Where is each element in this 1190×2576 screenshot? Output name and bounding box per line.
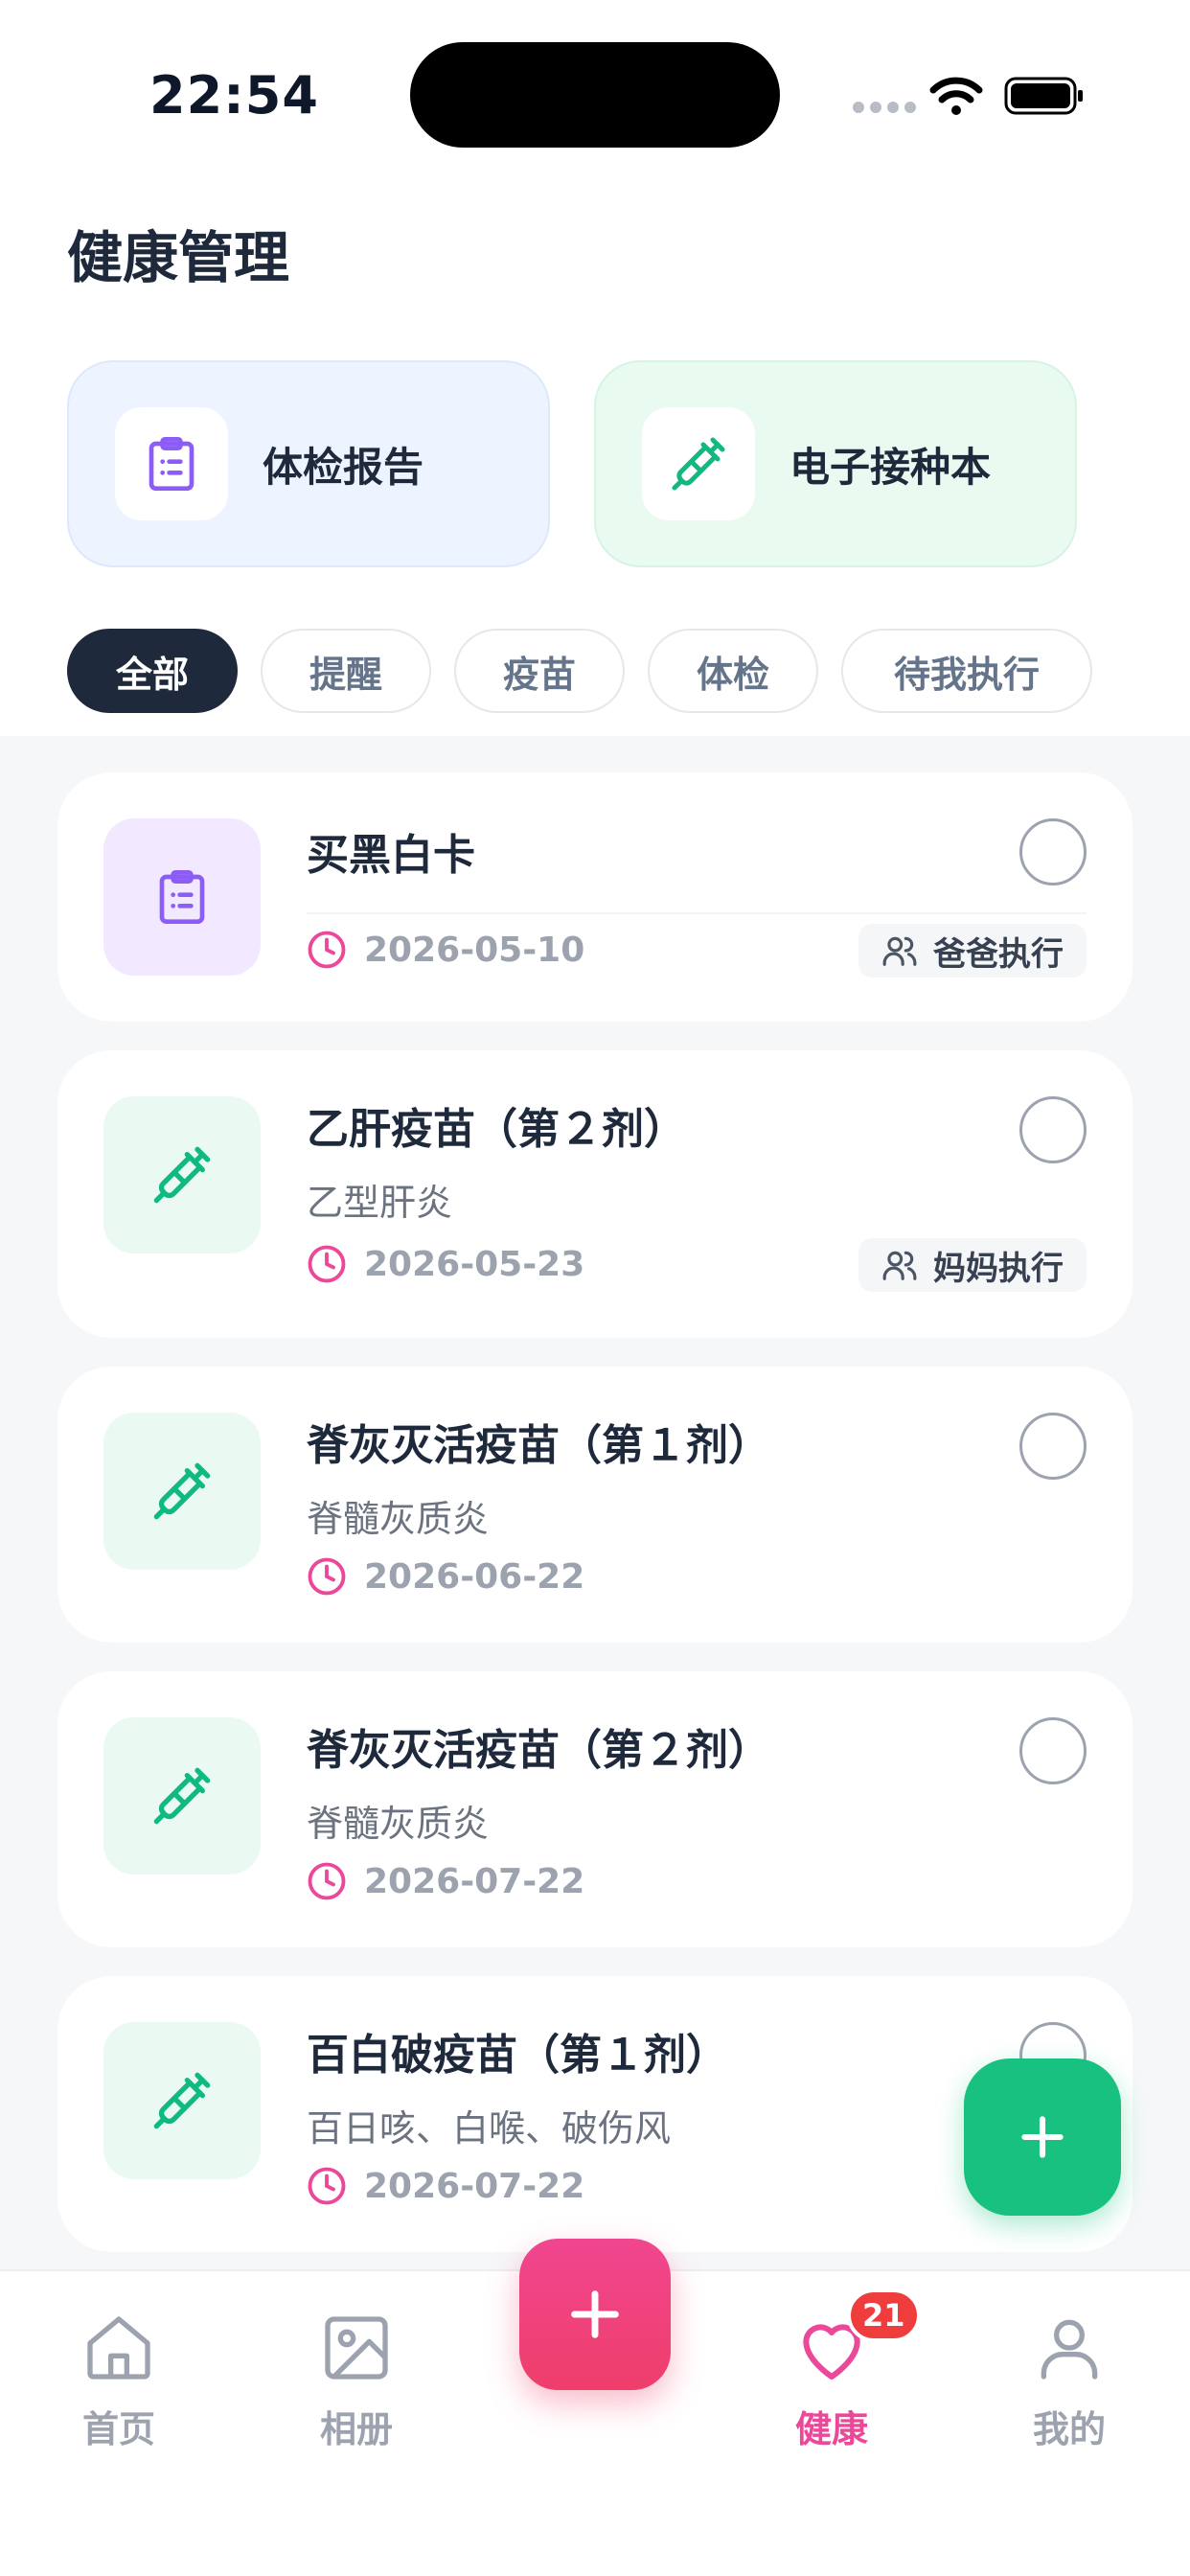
status-bar: 22:54 bbox=[0, 0, 1190, 153]
filter-chip-reminder[interactable]: 提醒 bbox=[261, 629, 431, 713]
complete-checkbox[interactable] bbox=[1019, 818, 1087, 886]
complete-checkbox[interactable] bbox=[1019, 1413, 1087, 1480]
plus-icon bbox=[1021, 2116, 1064, 2158]
item-title: 乙肝疫苗（第２剂） bbox=[307, 1105, 686, 1154]
item-subtitle: 脊髓灰质炎 bbox=[307, 1498, 490, 1540]
users-icon bbox=[882, 936, 917, 966]
image-icon bbox=[325, 2316, 388, 2380]
executor-badge: 妈妈执行 bbox=[858, 1238, 1087, 1292]
item-date: 2026-07-22 bbox=[307, 1861, 584, 1901]
syringe-icon bbox=[103, 2022, 261, 2179]
item-date: 2026-05-23 bbox=[307, 1244, 584, 1284]
filter-chip-my-tasks[interactable]: 待我执行 bbox=[841, 629, 1092, 713]
executor-label: 爸爸执行 bbox=[933, 934, 1064, 974]
home-icon bbox=[87, 2316, 150, 2380]
executor-label: 妈妈执行 bbox=[933, 1249, 1064, 1288]
list-item[interactable]: 脊灰灭活疫苗（第１剂） 脊髓灰质炎 2026-06-22 bbox=[57, 1367, 1133, 1643]
complete-checkbox[interactable] bbox=[1019, 1096, 1087, 1163]
checkup-report-label: 体检报告 bbox=[263, 443, 424, 491]
dynamic-island bbox=[410, 42, 780, 148]
syringe-icon bbox=[642, 407, 755, 520]
user-icon bbox=[1041, 2319, 1098, 2380]
filter-chips: 全部 提醒 疫苗 体检 待我执行 bbox=[67, 629, 1092, 713]
list-item[interactable]: 脊灰灭活疫苗（第２剂） 脊髓灰质炎 2026-07-22 bbox=[57, 1671, 1133, 1947]
tab-home-label: 首页 bbox=[81, 2408, 155, 2450]
complete-checkbox[interactable] bbox=[1019, 1717, 1087, 1784]
syringe-icon bbox=[103, 1717, 261, 1874]
item-subtitle: 百日咳、白喉、破伤风 bbox=[307, 2107, 672, 2150]
filter-chip-vaccine[interactable]: 疫苗 bbox=[454, 629, 625, 713]
clock-icon bbox=[308, 2167, 346, 2205]
item-date-text: 2026-05-23 bbox=[364, 1244, 585, 1284]
executor-badge: 爸爸执行 bbox=[858, 924, 1087, 978]
vaccination-book-card[interactable]: 电子接种本 bbox=[594, 360, 1077, 567]
page-title: 健康管理 bbox=[67, 225, 290, 290]
item-subtitle: 脊髓灰质炎 bbox=[307, 1803, 490, 1845]
health-badge: 21 bbox=[847, 2288, 921, 2342]
item-date: 2026-05-10 bbox=[307, 930, 584, 970]
item-date-text: 2026-07-22 bbox=[364, 2166, 585, 2206]
clipboard-icon bbox=[103, 818, 261, 976]
clock-icon bbox=[308, 1862, 346, 1900]
tab-health-label: 健康 bbox=[794, 2408, 868, 2450]
item-date-text: 2026-06-22 bbox=[364, 1556, 585, 1597]
item-date: 2026-06-22 bbox=[307, 1556, 584, 1597]
item-title: 脊灰灭活疫苗（第１剂） bbox=[307, 1421, 770, 1470]
tab-mine-label: 我的 bbox=[1032, 2408, 1106, 2450]
list-item[interactable]: 乙肝疫苗（第２剂） 乙型肝炎 2026-05-23 妈妈执行 bbox=[57, 1050, 1133, 1338]
battery-icon bbox=[1004, 77, 1083, 115]
syringe-icon bbox=[103, 1413, 261, 1570]
item-title: 买黑白卡 bbox=[307, 831, 475, 880]
tab-home[interactable]: 首页 bbox=[23, 2310, 215, 2452]
item-subtitle: 乙型肝炎 bbox=[307, 1182, 453, 1224]
users-icon bbox=[882, 1251, 917, 1280]
item-date-text: 2026-07-22 bbox=[364, 1861, 585, 1901]
filter-chip-checkup[interactable]: 体检 bbox=[648, 629, 818, 713]
tab-mine[interactable]: 我的 bbox=[973, 2310, 1165, 2452]
wifi-icon bbox=[929, 77, 983, 115]
center-add-button[interactable] bbox=[519, 2239, 671, 2390]
item-date-text: 2026-05-10 bbox=[364, 930, 585, 970]
list-item[interactable]: 买黑白卡 2026-05-10 爸爸执行 bbox=[57, 772, 1133, 1022]
signal-icon bbox=[853, 102, 916, 113]
item-title: 百白破疫苗（第１剂） bbox=[307, 2031, 728, 2080]
clock-icon bbox=[308, 1245, 346, 1283]
tab-album-label: 相册 bbox=[319, 2408, 393, 2450]
clock-icon bbox=[308, 931, 346, 969]
status-time: 22:54 bbox=[149, 65, 319, 126]
checkup-report-card[interactable]: 体检报告 bbox=[67, 360, 550, 567]
filter-chip-all[interactable]: 全部 bbox=[67, 629, 238, 713]
plus-icon bbox=[571, 2290, 619, 2338]
tab-album[interactable]: 相册 bbox=[261, 2310, 452, 2452]
clock-icon bbox=[308, 1557, 346, 1596]
vaccination-book-label: 电子接种本 bbox=[790, 443, 992, 491]
add-task-button[interactable] bbox=[964, 2058, 1121, 2216]
clipboard-icon bbox=[115, 407, 228, 520]
syringe-icon bbox=[103, 1096, 261, 1254]
divider bbox=[307, 912, 1087, 914]
item-date: 2026-07-22 bbox=[307, 2166, 584, 2206]
item-title: 脊灰灭活疫苗（第２剂） bbox=[307, 1726, 770, 1775]
